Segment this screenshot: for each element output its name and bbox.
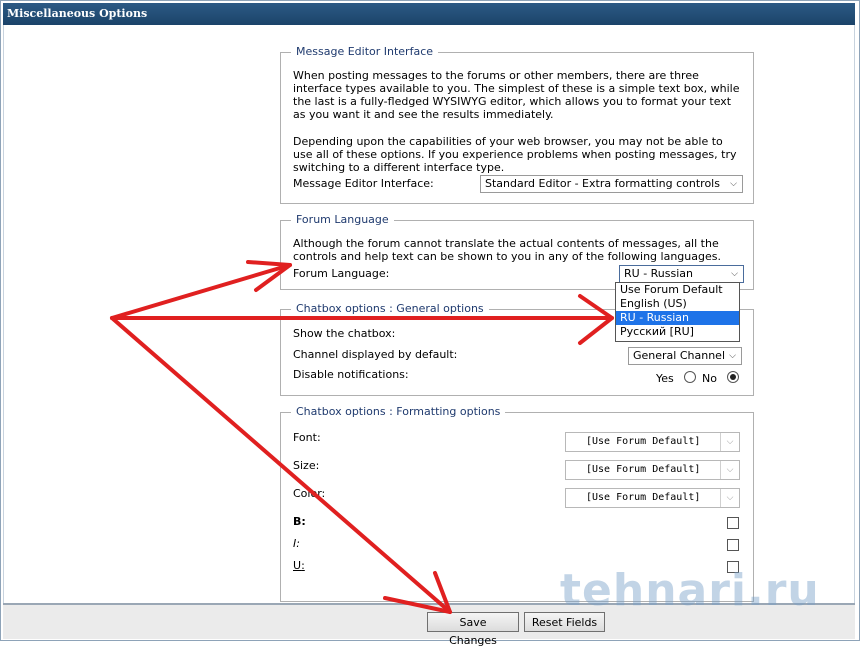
editor-fieldset: Message Editor Interface When posting me… [280,45,754,204]
save-changes-button[interactable]: Save Changes [427,612,519,647]
editor-description-2: Depending upon the capabilities of your … [293,135,737,174]
notifications-label: Disable notifications: [293,368,409,381]
language-dropdown-list: Use Forum Default English (US) RU - Russ… [615,282,740,342]
size-value: [Use Forum Default] [586,464,701,475]
no-label: No [702,372,717,385]
chatbox-format-legend: Chatbox options : Formatting options [291,405,506,418]
color-select[interactable]: [Use Forum Default] ⌵ [565,488,740,508]
language-legend: Forum Language [291,213,394,226]
font-label: Font: [293,431,321,444]
notifications-no-radio[interactable] [727,371,739,383]
font-value: [Use Forum Default] [586,436,701,447]
chevron-down-icon: ⌵ [730,179,737,189]
notifications-yes-radio[interactable] [684,371,696,383]
language-option[interactable]: Русский [RU] [616,325,739,339]
yes-label: Yes [656,372,674,385]
editor-interface-label: Message Editor Interface: [293,177,434,190]
editor-interface-value: Standard Editor - Extra formatting contr… [485,177,720,190]
language-fieldset: Forum Language Although the forum cannot… [280,213,754,290]
language-select[interactable]: RU - Russian ⌵ [619,265,744,283]
color-value: [Use Forum Default] [586,492,701,503]
language-option[interactable]: Use Forum Default [616,283,739,297]
chevron-down-icon: ⌵ [729,351,736,361]
channel-select[interactable]: General Channel ⌵ [628,347,742,365]
underline-label: U: [293,559,305,572]
chevron-down-icon: ⌵ [731,269,738,279]
channel-value: General Channel [633,349,726,362]
bold-label: B: [293,515,306,528]
editor-description-1: When posting messages to the forums or o… [293,69,740,121]
language-option-selected[interactable]: RU - Russian [616,311,739,325]
italic-label: I: [293,537,300,550]
italic-checkbox[interactable] [727,539,739,551]
chevron-down-icon: ⌵ [720,489,739,507]
chevron-down-icon: ⌵ [720,461,739,479]
editor-legend: Message Editor Interface [291,45,439,58]
chevron-down-icon: ⌵ [720,433,739,451]
font-select[interactable]: [Use Forum Default] ⌵ [565,432,740,452]
channel-label: Channel displayed by default: [293,348,458,361]
language-option[interactable]: English (US) [616,297,739,311]
language-label: Forum Language: [293,267,390,280]
show-chatbox-label: Show the chatbox: [293,327,396,340]
color-label: Color: [293,487,326,500]
size-select[interactable]: [Use Forum Default] ⌵ [565,460,740,480]
chatbox-general-legend: Chatbox options : General options [291,302,489,315]
language-description: Although the forum cannot translate the … [293,237,721,263]
watermark: tehnari.ru [560,565,820,616]
editor-interface-select[interactable]: Standard Editor - Extra formatting contr… [480,175,743,193]
bold-checkbox[interactable] [727,517,739,529]
language-value: RU - Russian [624,267,694,280]
size-label: Size: [293,459,320,472]
panel-title: Miscellaneous Options [3,3,855,25]
